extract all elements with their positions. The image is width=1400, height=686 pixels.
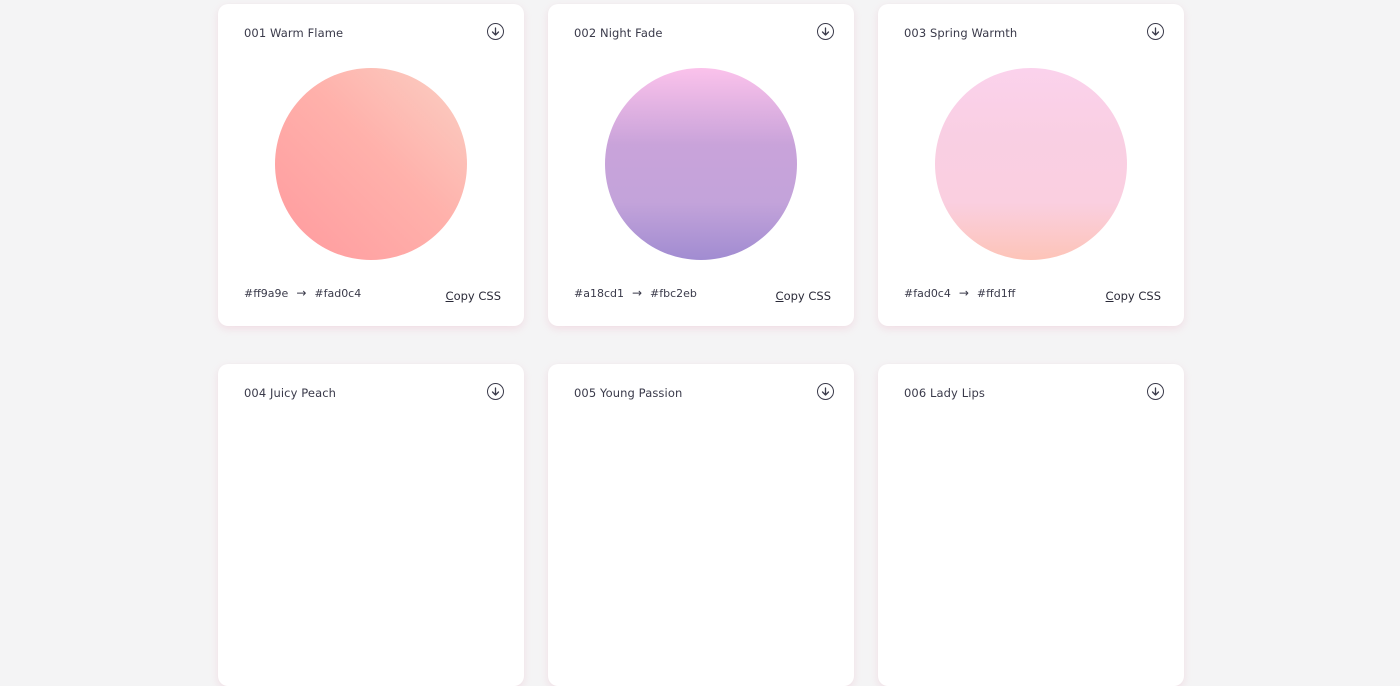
arrow-icon: → [631, 286, 643, 300]
download-icon[interactable] [487, 23, 504, 40]
hex-from: #ff9a9e [244, 286, 289, 300]
card-title: 001 Warm Flame [244, 26, 344, 40]
color-stops: #ff9a9e → #fad0c4 [244, 286, 361, 300]
hex-to: #fbc2eb [650, 286, 697, 300]
gradient-card: 005 Young Passion [548, 364, 854, 686]
gradient-preview [605, 68, 797, 260]
card-title: 004 Juicy Peach [244, 386, 337, 400]
copy-css-button[interactable]: Copy CSS [1106, 289, 1161, 303]
hex-to: #fad0c4 [314, 286, 362, 300]
gradient-card: 004 Juicy Peach [218, 364, 524, 686]
download-icon[interactable] [1147, 23, 1164, 40]
card-title: 005 Young Passion [574, 386, 683, 400]
arrow-icon: → [958, 286, 969, 300]
gradient-preview [935, 68, 1127, 260]
download-icon[interactable] [817, 383, 834, 400]
hex-from: #fad0c4 [904, 286, 951, 300]
download-icon[interactable] [817, 23, 834, 40]
download-icon[interactable] [487, 383, 504, 400]
copy-css-button[interactable]: Copy CSS [446, 289, 501, 303]
gradient-preview [275, 68, 467, 260]
gradient-card: 003 Spring Warmth #fad0c4 → #ffd1ff Copy… [878, 4, 1184, 326]
gradient-card: 006 Lady Lips [878, 364, 1184, 686]
gradient-card: 002 Night Fade #a18cd1 → #fbc2eb Copy CS… [548, 4, 854, 326]
color-stops: #a18cd1 → #fbc2eb [574, 286, 697, 300]
download-icon[interactable] [1147, 383, 1164, 400]
gradient-card: 001 Warm Flame #ff9a9e → #fad0c4 Copy CS… [218, 4, 524, 326]
color-stops: #fad0c4 → #ffd1ff [904, 286, 1015, 300]
arrow-icon: → [296, 286, 307, 300]
hex-from: #a18cd1 [574, 286, 624, 300]
card-title: 003 Spring Warmth [904, 26, 1018, 40]
gradient-grid: 001 Warm Flame #ff9a9e → #fad0c4 Copy CS… [218, 4, 1184, 686]
copy-css-button[interactable]: Copy CSS [776, 289, 831, 303]
card-title: 002 Night Fade [574, 26, 663, 40]
hex-to: #ffd1ff [976, 286, 1016, 300]
card-title: 006 Lady Lips [904, 386, 986, 400]
